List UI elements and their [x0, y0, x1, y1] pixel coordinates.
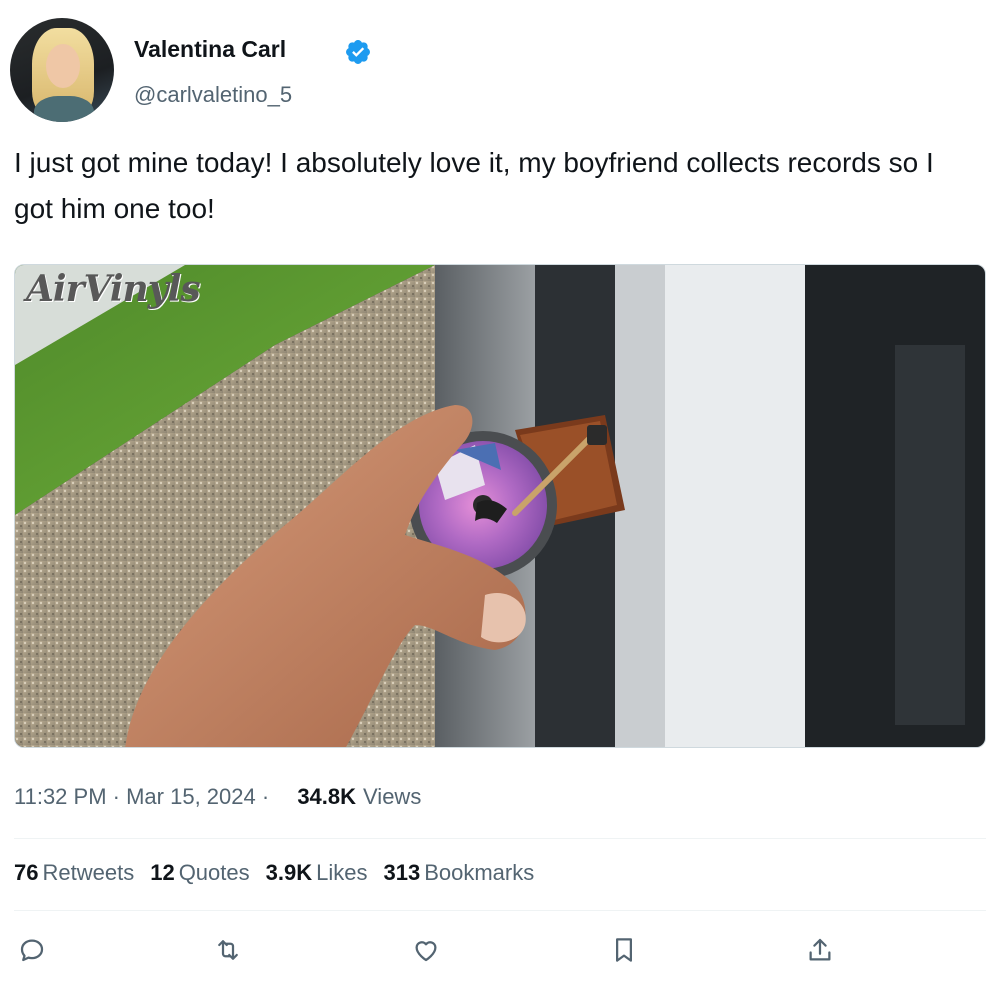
bookmark-button[interactable] — [606, 932, 642, 968]
like-button[interactable] — [408, 932, 444, 968]
stat-retweets[interactable]: 76 Retweets — [14, 860, 134, 886]
tweet-date[interactable]: Mar 15, 2024 — [126, 784, 256, 810]
meta-separator: · — [106, 784, 127, 809]
stat-label: Likes — [316, 860, 368, 885]
avatar-shirt — [34, 96, 94, 122]
views-count[interactable]: 34.8K — [297, 784, 356, 810]
author-name[interactable]: Valentina Carl — [134, 36, 286, 63]
stat-label: Bookmarks — [424, 860, 535, 885]
tweet-text: I just got mine today! I absolutely love… — [14, 147, 934, 224]
tweet-meta: 11:32 PM · Mar 15, 2024 · 34.8K Views — [14, 784, 421, 810]
divider — [14, 838, 986, 839]
engagement-stats: 76 Retweets 12 Quotes 3.9K Likes 313 Bookmar… — [14, 860, 534, 886]
share-button[interactable] — [802, 932, 838, 968]
avatar[interactable] — [10, 18, 114, 122]
like-icon — [415, 941, 437, 962]
photo-illustration — [15, 265, 985, 747]
stat-quotes[interactable]: 12 Quotes — [150, 860, 249, 886]
stat-label: Retweets — [42, 860, 135, 885]
action-bar — [0, 932, 1000, 972]
tweet-time[interactable]: 11:32 PM — [14, 784, 107, 810]
bookmark-icon — [616, 938, 632, 962]
stat-likes[interactable]: 3.9K Likes — [266, 860, 368, 886]
stat-label: Quotes — [178, 860, 250, 885]
author-handle[interactable]: @carlvaletino_5 — [134, 82, 292, 108]
avatar-face — [46, 44, 80, 88]
stat-number: 3.9K — [265, 860, 313, 885]
stat-number: 313 — [383, 860, 421, 885]
retweet-icon — [218, 940, 238, 960]
media-watermark: AirVinyls — [26, 268, 201, 310]
reply-button[interactable] — [14, 932, 50, 968]
stat-bookmarks[interactable]: 313 Bookmarks — [383, 860, 534, 886]
divider — [14, 910, 986, 911]
retweet-button[interactable] — [210, 932, 246, 968]
views-label: Views — [363, 784, 422, 809]
share-icon — [809, 938, 831, 961]
tweet-media-image[interactable] — [14, 264, 986, 748]
verified-badge-icon — [346, 40, 370, 64]
stat-number: 12 — [150, 860, 175, 885]
reply-icon — [20, 939, 44, 962]
meta-separator: · — [255, 784, 276, 809]
stat-number: 76 — [14, 860, 39, 885]
